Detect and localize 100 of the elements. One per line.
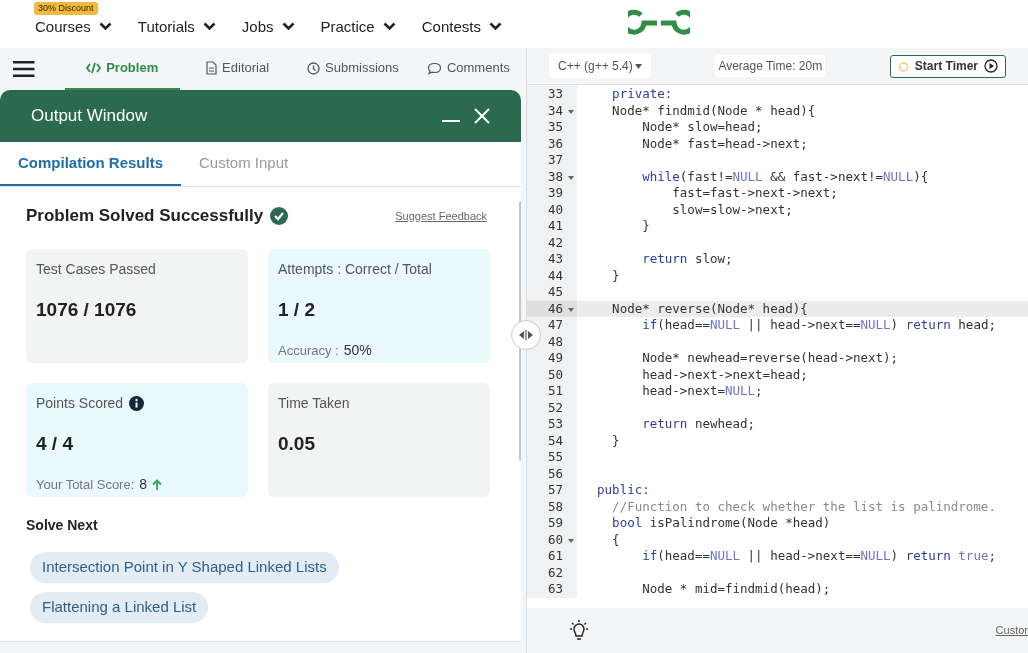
line-number: 54	[547, 432, 563, 449]
nav-menu-item[interactable]: Courses	[35, 15, 112, 38]
code-line: Node* findmid(Node * head){	[611, 102, 816, 119]
lightbulb-icon[interactable]	[567, 618, 591, 643]
stat-label: Time Taken	[278, 393, 350, 413]
chevron-down-icon	[281, 22, 295, 32]
line-number: 51	[547, 383, 563, 400]
nav-menu-item[interactable]: Practice	[320, 15, 396, 38]
line-number: 41	[547, 218, 563, 235]
stat-detail-label: Your Total Score:	[36, 475, 135, 494]
code-line: }	[611, 432, 620, 449]
problem-tab[interactable]: Submissions	[295, 48, 411, 90]
code-line: Node* slow=head;	[641, 119, 763, 136]
line-number: 49	[547, 350, 563, 367]
close-icon[interactable]	[474, 108, 490, 124]
code-line: if(head==NULL || head->next==NULL) return head;	[641, 317, 996, 334]
fold-caret-icon[interactable]	[568, 538, 574, 543]
menu-icon[interactable]	[13, 60, 35, 78]
line-number: 60	[547, 531, 563, 548]
line-number: 57	[547, 482, 563, 499]
code-line: //Function to check whether the list is palindrome.	[611, 498, 996, 515]
custom-input-link[interactable]: Custor	[995, 622, 1028, 639]
average-time: Average Time: 20m	[715, 55, 826, 77]
line-number: 43	[547, 251, 563, 268]
line-number: 45	[547, 284, 563, 301]
stat-value: 1076 / 1076	[36, 297, 138, 322]
nav-menu-item[interactable]: Contests	[421, 15, 502, 38]
code-line: bool isPalindrome(Node *head)	[611, 515, 831, 532]
code-line: Node* fast=head->next;	[641, 135, 808, 152]
fold-caret-icon[interactable]	[568, 109, 574, 114]
logo	[628, 8, 690, 38]
code-line: slow=slow->next;	[671, 201, 793, 218]
line-number: 36	[547, 135, 563, 152]
resize-arrows-icon	[518, 330, 534, 340]
check-circle-icon	[270, 206, 289, 225]
feedback-link[interactable]: Suggest Feedback	[395, 207, 487, 224]
stat-label: Points Scored	[36, 393, 124, 413]
stat-value: 4 / 4	[36, 431, 74, 456]
nav-menu-item[interactable]: Tutorials	[137, 15, 216, 38]
stat-detail-value: 8	[139, 475, 148, 494]
line-number: 42	[547, 234, 563, 251]
problem-tab[interactable]: Editorial	[179, 48, 296, 90]
line-number: 35	[547, 119, 563, 136]
code-line: {	[611, 531, 620, 548]
code-line: Node * mid=findmid(head);	[641, 581, 831, 598]
code-line: head->next->next=head;	[641, 366, 808, 383]
line-number: 46	[547, 300, 563, 317]
line-number: 62	[547, 564, 563, 581]
document-icon	[206, 61, 218, 75]
code-line: if(head==NULL || head->next==NULL) return true;	[641, 548, 996, 565]
chevron-down-icon	[202, 22, 216, 32]
window-title: Output Window	[31, 105, 149, 128]
chevron-down-icon	[98, 22, 112, 32]
fold-caret-icon[interactable]	[568, 307, 574, 312]
code-line: }	[611, 267, 620, 284]
problem-tab[interactable]: Comments	[410, 48, 526, 90]
line-number: 55	[547, 449, 563, 466]
start-timer-button[interactable]: Start Timer	[889, 54, 1006, 78]
line-number: 63	[547, 581, 563, 598]
play-circle-icon	[984, 59, 998, 73]
line-number: 37	[547, 152, 563, 169]
code-line: Node* reverse(Node* head){	[611, 300, 808, 317]
output-tab[interactable]: Compilation Results	[0, 142, 181, 186]
stat-value: 0.05	[278, 431, 316, 456]
clock-icon	[307, 61, 321, 75]
line-number: 53	[547, 416, 563, 433]
code-line: }	[641, 218, 650, 235]
code-line: return slow;	[641, 251, 733, 268]
line-number: 34	[547, 102, 563, 119]
code-line: fast=fast->next->next;	[671, 185, 838, 202]
stat-label: Attempts : Correct / Total	[278, 259, 432, 279]
code-line: while(fast!=NULL && fast->next!=NULL){	[641, 168, 929, 185]
line-number: 56	[547, 465, 563, 482]
stat-detail-value: 50%	[343, 341, 372, 360]
nav-menu-item[interactable]: Jobs	[241, 15, 295, 38]
caret-icon	[634, 63, 642, 69]
code-line: head->next=NULL;	[641, 383, 763, 400]
line-number: 39	[547, 185, 563, 202]
line-number: 40	[547, 201, 563, 218]
code-icon	[86, 62, 102, 74]
line-number: 61	[547, 548, 563, 565]
stat-label: Test Cases Passed	[36, 259, 156, 279]
fold-caret-icon[interactable]	[568, 175, 574, 180]
line-number: 48	[547, 333, 563, 350]
problem-chip[interactable]: Intersection Point in Y Shaped Linked Lists	[30, 551, 339, 583]
code-line: return newhead;	[641, 416, 756, 433]
chat-icon	[426, 61, 442, 75]
line-number: 44	[547, 267, 563, 284]
line-number: 38	[547, 168, 563, 185]
status-heading: Problem Solved Successfully	[26, 205, 264, 227]
discount-badge: 30% Discount	[34, 1, 98, 15]
line-number: 50	[547, 366, 563, 383]
line-number: 33	[547, 86, 563, 103]
language-select[interactable]: C++ (g++ 5.4)	[549, 54, 651, 78]
line-number: 47	[547, 317, 563, 334]
code-line: private:	[611, 86, 673, 103]
section-heading: Solve Next	[26, 515, 99, 535]
problem-chip[interactable]: Flattening a Linked List	[30, 591, 209, 623]
chevron-down-icon	[382, 22, 396, 32]
line-number: 58	[547, 498, 563, 515]
